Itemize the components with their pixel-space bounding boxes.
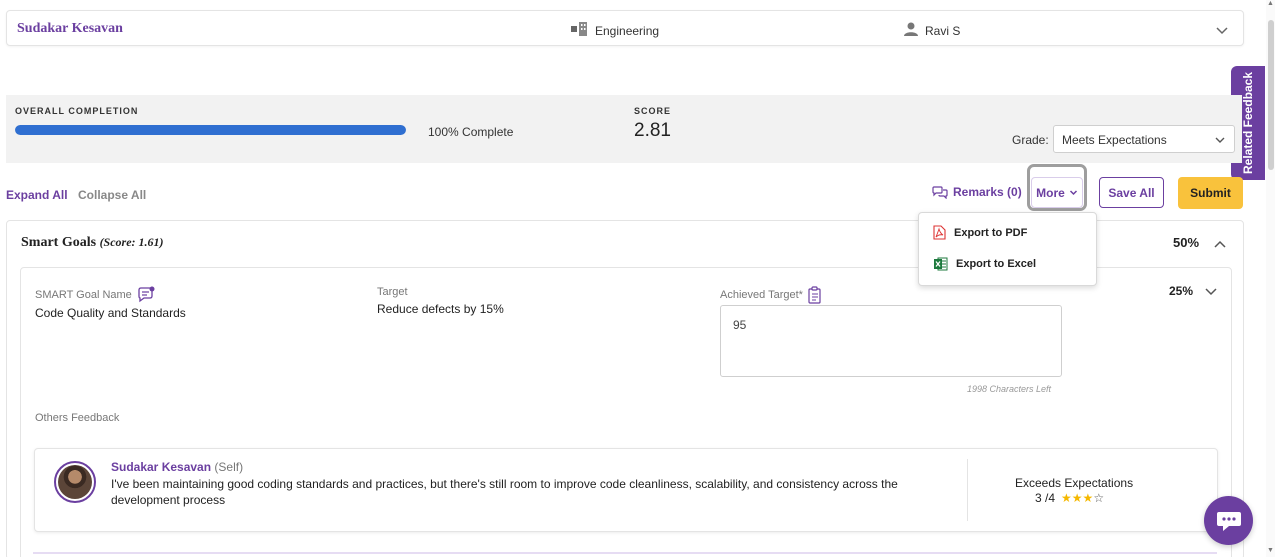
- employee-header: Sudakar Kesavan Engineering Ravi S: [6, 10, 1244, 46]
- feedback-author-name: Sudakar Kesavan: [111, 460, 212, 474]
- building-icon: [571, 22, 589, 39]
- collapse-all-link[interactable]: Collapse All: [78, 188, 146, 202]
- overall-completion-label: OVERALL COMPLETION: [15, 106, 139, 116]
- score-label: SCORE: [634, 106, 672, 116]
- feedback-author-role: (Self): [214, 460, 244, 474]
- scroll-thumb[interactable]: [1268, 20, 1274, 170]
- chevron-down-icon[interactable]: [1215, 23, 1229, 37]
- chat-bubbles-icon: [932, 185, 948, 199]
- completion-progress-fill: [15, 125, 406, 135]
- more-button[interactable]: More: [1031, 177, 1083, 208]
- more-label: More: [1036, 185, 1065, 200]
- comment-icon[interactable]: [136, 286, 156, 304]
- feedback-rating-value: 3 /4: [1035, 491, 1056, 505]
- section-title-text: Smart Goals: [21, 235, 97, 250]
- export-excel-label: Export to Excel: [956, 258, 1037, 270]
- save-all-button[interactable]: Save All: [1099, 177, 1164, 208]
- export-pdf-item[interactable]: Export to PDF: [933, 225, 1027, 240]
- goal-weight: 25%: [1169, 284, 1194, 298]
- feedback-rating: 3 /4 ★★★☆: [1035, 491, 1104, 505]
- chevron-down-icon: [1215, 137, 1225, 143]
- feedback-author[interactable]: Sudakar Kesavan (Self): [111, 460, 243, 474]
- section-score: (Score: 1.61): [99, 235, 164, 249]
- score-value: 2.81: [634, 120, 671, 141]
- chevron-down-icon: [1069, 190, 1077, 196]
- pdf-icon: [933, 225, 946, 240]
- user-icon: [903, 22, 919, 39]
- feedback-card: Sudakar Kesavan (Self) I've been maintai…: [34, 448, 1218, 532]
- related-feedback-label: Related Feedback: [1241, 71, 1255, 175]
- goal-name-label-text: SMART Goal Name: [35, 289, 132, 301]
- chat-button[interactable]: [1204, 496, 1253, 545]
- goal-name-label: SMART Goal Name: [35, 286, 156, 304]
- others-feedback-label: Others Feedback: [35, 412, 120, 424]
- remarks-label: Remarks (0): [953, 185, 1022, 199]
- scroll-up-icon[interactable]: ▲: [1267, 0, 1274, 7]
- goal-item: SMART Goal Name Code Quality and Standar…: [20, 267, 1232, 557]
- feedback-divider: [967, 459, 968, 521]
- manager-label: Ravi S: [925, 23, 961, 38]
- completion-progress-text: 100% Complete: [428, 125, 514, 139]
- grade-select-value: Meets Expectations: [1062, 133, 1167, 147]
- section-title: Smart Goals (Score: 1.61): [21, 235, 164, 251]
- next-feedback-card-edge: [33, 552, 1217, 557]
- section-weight: 50%: [1173, 235, 1200, 250]
- chevron-up-icon[interactable]: [1213, 237, 1227, 251]
- star-filled-icon: ★: [1082, 491, 1094, 505]
- characters-left: 1998 Characters Left: [967, 384, 1052, 394]
- star-filled-icon: ★: [1071, 491, 1083, 505]
- grade-select[interactable]: Meets Expectations: [1053, 125, 1235, 153]
- star-empty-icon: ☆: [1093, 491, 1105, 505]
- completion-progress-bar: [15, 125, 406, 135]
- remarks-button[interactable]: Remarks (0): [932, 185, 1022, 199]
- export-excel-item[interactable]: Export to Excel: [933, 257, 1036, 271]
- rating-stars: ★★★☆: [1061, 491, 1104, 505]
- completion-panel: OVERALL COMPLETION 100% Complete SCORE 2…: [6, 95, 1242, 163]
- feedback-text: I've been maintaining good coding standa…: [111, 477, 898, 507]
- chat-icon: [1216, 511, 1241, 531]
- employee-name: Sudakar Kesavan: [17, 21, 123, 36]
- chevron-down-icon[interactable]: [1204, 284, 1218, 298]
- submit-button[interactable]: Submit: [1178, 177, 1243, 209]
- feedback-rating-label: Exceeds Expectations: [1015, 476, 1134, 490]
- avatar: [54, 461, 96, 503]
- export-pdf-label: Export to PDF: [954, 226, 1028, 239]
- manager: Ravi S: [903, 22, 960, 39]
- clipboard-icon[interactable]: [807, 286, 823, 304]
- goal-name-value: Code Quality and Standards: [35, 306, 186, 320]
- expand-all-link[interactable]: Expand All: [6, 188, 68, 202]
- scroll-down-icon[interactable]: ▼: [1267, 547, 1274, 554]
- department-label: Engineering: [595, 23, 660, 38]
- target-label: Target: [377, 286, 408, 298]
- star-filled-icon: ★: [1061, 491, 1072, 505]
- more-dropdown-menu: Export to PDF Export to Excel: [918, 212, 1097, 286]
- achieved-target-label: Achieved Target*: [720, 286, 823, 304]
- target-value: Reduce defects by 15%: [377, 302, 504, 316]
- achieved-target-input[interactable]: 95: [720, 305, 1062, 377]
- grade-label: Grade:: [1012, 133, 1049, 147]
- department: Engineering: [571, 22, 659, 39]
- excel-icon: [934, 257, 948, 271]
- achieved-target-label-text: Achieved Target*: [720, 289, 803, 301]
